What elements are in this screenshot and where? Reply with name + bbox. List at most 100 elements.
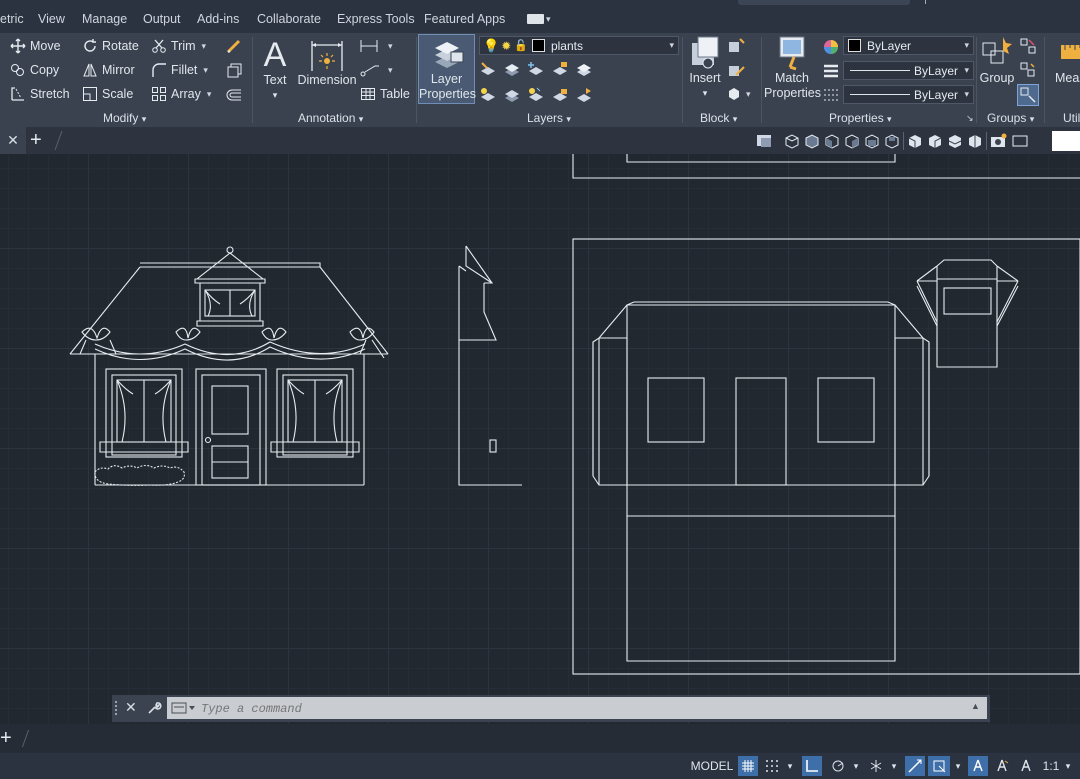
- mirror-button[interactable]: Mirror: [82, 62, 135, 78]
- auto-scale-toggle[interactable]: [992, 756, 1012, 776]
- sun-icon[interactable]: ✹: [501, 39, 511, 53]
- group-selection-icon[interactable]: [1017, 84, 1039, 106]
- chevron-up-icon[interactable]: ▲: [971, 701, 980, 711]
- text-dropdown-icon[interactable]: ▾: [259, 88, 291, 103]
- layer-unisolate-icon[interactable]: [503, 86, 521, 104]
- array-dropdown-icon[interactable]: ▾: [207, 89, 212, 100]
- group-button[interactable]: Group: [979, 35, 1015, 86]
- snap-toggle[interactable]: [762, 756, 782, 776]
- layer-thaw-icon[interactable]: [527, 86, 545, 104]
- camera-icon[interactable]: [989, 132, 1009, 150]
- layer-lock-icon[interactable]: [551, 60, 569, 78]
- search-box-edge[interactable]: [738, 0, 910, 5]
- modify-panel-title[interactable]: Modify ▾: [103, 111, 146, 125]
- named-views-icon[interactable]: [755, 132, 775, 150]
- view-se-iso-icon[interactable]: [926, 132, 944, 150]
- insert-dropdown-icon[interactable]: ▾: [686, 86, 724, 101]
- close-command-icon[interactable]: ✕: [125, 699, 137, 716]
- lineweight-icon[interactable]: [822, 63, 840, 79]
- block-panel-title[interactable]: Block ▾: [700, 111, 737, 125]
- create-block-icon[interactable]: [726, 37, 746, 55]
- view-left-icon[interactable]: [823, 132, 841, 150]
- measure-button[interactable]: Meas: [1055, 35, 1080, 86]
- close-tab-icon[interactable]: ✕: [0, 127, 26, 154]
- insert-button[interactable]: Insert ▾: [686, 35, 724, 101]
- explode-icon[interactable]: [225, 62, 243, 80]
- layer-isolate-icon[interactable]: [503, 60, 521, 78]
- copy-button[interactable]: Copy: [10, 62, 59, 78]
- object-snap-toggle[interactable]: [928, 756, 950, 776]
- leader-icon[interactable]: ▾: [359, 61, 393, 79]
- stretch-button[interactable]: Stretch: [10, 86, 70, 102]
- model-space-button[interactable]: MODEL: [689, 756, 735, 776]
- drawing-canvas[interactable]: [0, 154, 1080, 724]
- edit-block-icon[interactable]: [726, 61, 746, 79]
- color-dropdown[interactable]: ByLayer ▾: [843, 36, 974, 55]
- move-button[interactable]: Move: [10, 38, 61, 54]
- chevron-down-icon[interactable]: ▾: [952, 756, 964, 776]
- tab-output[interactable]: Output: [143, 12, 181, 26]
- table-button[interactable]: Table: [360, 86, 410, 102]
- annotation-scale-icon-button[interactable]: [1016, 756, 1036, 776]
- fillet-dropdown-icon[interactable]: ▾: [203, 65, 208, 76]
- layer-unlock-icon[interactable]: [551, 86, 569, 104]
- view-back-icon[interactable]: [883, 132, 901, 150]
- drag-handle-icon[interactable]: [115, 701, 121, 715]
- chevron-down-icon[interactable]: ▾: [1062, 756, 1074, 776]
- lineweight-dropdown[interactable]: ByLayer ▾: [843, 85, 974, 104]
- panel-launcher-icon[interactable]: ↘: [966, 113, 974, 124]
- polar-toggle[interactable]: [828, 756, 848, 776]
- layers-panel-title[interactable]: Layers ▾: [527, 111, 571, 125]
- view-nw-iso-icon[interactable]: [966, 132, 984, 150]
- properties-panel-title[interactable]: Properties ▾: [829, 111, 892, 125]
- layer-freeze-icon[interactable]: [527, 60, 545, 78]
- match-properties-button[interactable]: Match Properties: [764, 35, 821, 101]
- add-layout-plus-icon[interactable]: +: [0, 727, 12, 750]
- groups-panel-title[interactable]: Groups ▾: [987, 111, 1034, 125]
- annotation-visibility-toggle[interactable]: [968, 756, 988, 776]
- tab-view[interactable]: View: [38, 12, 65, 26]
- view-manager-icon[interactable]: [1011, 132, 1029, 150]
- annotation-panel-title[interactable]: Annotation ▾: [298, 111, 363, 125]
- view-front-icon[interactable]: [863, 132, 881, 150]
- tab-featured-apps[interactable]: Featured Apps: [424, 12, 505, 26]
- linetype-dropdown[interactable]: ByLayer ▾: [843, 61, 974, 80]
- layer-dropdown[interactable]: 💡 ✹ 🔓 plants ▾: [479, 36, 679, 55]
- ungroup-icon[interactable]: [1019, 37, 1037, 55]
- tab-manage[interactable]: Manage: [82, 12, 127, 26]
- chevron-down-icon[interactable]: ▾: [784, 756, 796, 776]
- trim-dropdown-icon[interactable]: ▾: [202, 41, 207, 52]
- view-right-icon[interactable]: [843, 132, 861, 150]
- dimension-button[interactable]: Dimension: [297, 35, 357, 88]
- sign-in-icon[interactable]: [925, 0, 932, 4]
- utilities-panel-title[interactable]: Util: [1063, 111, 1080, 125]
- chevron-down-icon[interactable]: ▾: [546, 14, 551, 25]
- layer-match-icon[interactable]: [575, 60, 593, 78]
- linetype-icon[interactable]: [822, 87, 840, 103]
- command-input-box[interactable]: ▲: [167, 697, 987, 719]
- chevron-down-icon[interactable]: ▾: [888, 756, 900, 776]
- array-button[interactable]: Array ▾: [151, 86, 211, 102]
- layer-on-icon[interactable]: [479, 86, 497, 104]
- trim-button[interactable]: Trim ▾: [151, 38, 206, 54]
- view-top-icon[interactable]: [783, 132, 801, 150]
- annotation-scale-value[interactable]: 1:1: [1040, 756, 1062, 776]
- viewport-preview[interactable]: [1052, 131, 1080, 151]
- group-edit-icon[interactable]: [1019, 61, 1037, 79]
- ribbon-state-icon[interactable]: [527, 14, 544, 24]
- linear-dimension-icon[interactable]: ▾: [359, 37, 393, 55]
- tab-collaborate[interactable]: Collaborate: [257, 12, 321, 26]
- view-sw-iso-icon[interactable]: [906, 132, 924, 150]
- layer-off-icon[interactable]: [479, 60, 497, 78]
- tab-add-ins[interactable]: Add-ins: [197, 12, 239, 26]
- tab-parametric[interactable]: etric: [0, 12, 24, 26]
- tab-express-tools[interactable]: Express Tools: [337, 12, 415, 26]
- text-button[interactable]: A Text ▾: [259, 35, 291, 103]
- rotate-button[interactable]: Rotate: [82, 38, 139, 54]
- block-attribute-icon[interactable]: ▾: [726, 85, 756, 103]
- ortho-toggle[interactable]: [802, 756, 822, 776]
- command-input[interactable]: [199, 700, 943, 718]
- layer-properties-button[interactable]: Layer Properties: [418, 34, 476, 104]
- lightbulb-icon[interactable]: 💡: [483, 38, 499, 54]
- view-ne-iso-icon[interactable]: [946, 132, 964, 150]
